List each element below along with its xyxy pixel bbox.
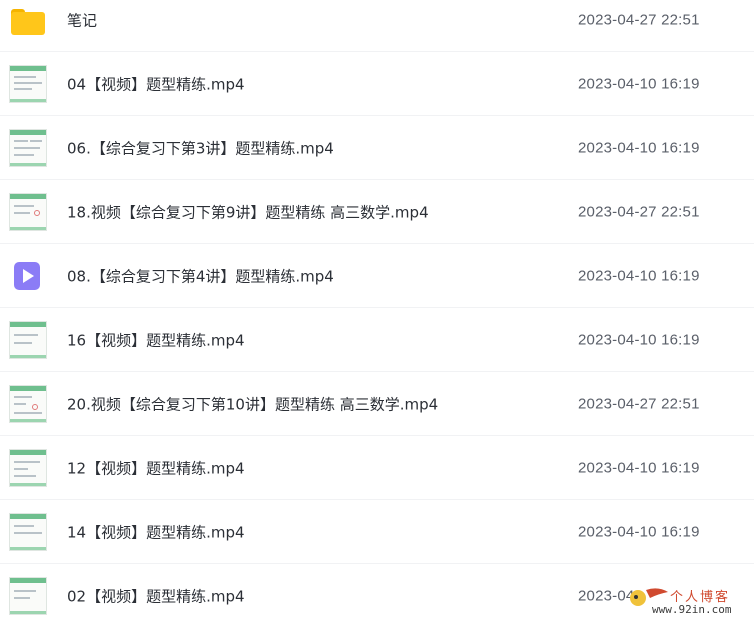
file-date: 2023-04-10 16:19 bbox=[578, 523, 700, 540]
file-name: 20.视频【综合复习下第10讲】题型精练 高三数学.mp4 bbox=[67, 395, 439, 413]
file-date: 2023-04-10 16:19 bbox=[578, 331, 700, 348]
file-list: 笔记 2023-04-27 22:51 04【视频】题型精练.mp4 2023-… bbox=[0, 0, 754, 621]
file-date: 2023-04-10 16:19 bbox=[578, 459, 700, 476]
file-name: 12【视频】题型精练.mp4 bbox=[67, 459, 245, 477]
file-date: 2023-04-27 22:51 bbox=[578, 11, 700, 28]
folder-icon bbox=[11, 9, 45, 35]
file-row[interactable]: 14【视频】题型精练.mp4 2023-04-10 16:19 bbox=[0, 500, 754, 564]
file-row[interactable]: 12【视频】题型精练.mp4 2023-04-10 16:19 bbox=[0, 436, 754, 500]
video-thumbnail-icon bbox=[9, 513, 47, 551]
video-file-icon bbox=[14, 262, 40, 290]
file-name: 18.视频【综合复习下第9讲】题型精练 高三数学.mp4 bbox=[67, 203, 429, 221]
file-date: 2023-04-10 16:19 bbox=[578, 267, 700, 284]
file-date: 2023-04-27 22:51 bbox=[578, 395, 700, 412]
video-thumbnail-icon bbox=[9, 129, 47, 167]
file-name: 02【视频】题型精练.mp4 bbox=[67, 587, 245, 606]
file-row[interactable]: 04【视频】题型精练.mp4 2023-04-10 16:19 bbox=[0, 52, 754, 116]
file-row[interactable]: 18.视频【综合复习下第9讲】题型精练 高三数学.mp4 2023-04-27 … bbox=[0, 180, 754, 244]
file-date: 2023-04-10 16:19 bbox=[578, 139, 700, 156]
video-thumbnail-icon bbox=[9, 385, 47, 423]
watermark: 个人博客 www.92in.com bbox=[622, 580, 754, 621]
file-name: 08.【综合复习下第4讲】题型精练.mp4 bbox=[67, 267, 334, 285]
file-row[interactable]: 06.【综合复习下第3讲】题型精练.mp4 2023-04-10 16:19 bbox=[0, 116, 754, 180]
file-date: 2023-04-10 16:19 bbox=[578, 75, 700, 92]
file-name: 06.【综合复习下第3讲】题型精练.mp4 bbox=[67, 139, 334, 157]
watermark-url: www.92in.com bbox=[652, 603, 732, 616]
file-row-folder-notes[interactable]: 笔记 2023-04-27 22:51 bbox=[0, 0, 754, 52]
file-date: 2023-04-27 22:51 bbox=[578, 203, 700, 220]
video-thumbnail-icon bbox=[9, 577, 47, 615]
video-thumbnail-icon bbox=[9, 449, 47, 487]
file-name: 笔记 bbox=[67, 11, 98, 29]
file-row[interactable]: 16【视频】题型精练.mp4 2023-04-10 16:19 bbox=[0, 308, 754, 372]
file-row[interactable]: 20.视频【综合复习下第10讲】题型精练 高三数学.mp4 2023-04-27… bbox=[0, 372, 754, 436]
file-name: 16【视频】题型精练.mp4 bbox=[67, 331, 245, 349]
video-thumbnail-icon bbox=[9, 321, 47, 359]
video-thumbnail-icon bbox=[9, 65, 47, 103]
video-thumbnail-icon bbox=[9, 193, 47, 231]
file-name: 04【视频】题型精练.mp4 bbox=[67, 75, 245, 93]
file-name: 14【视频】题型精练.mp4 bbox=[67, 523, 245, 541]
file-row[interactable]: 08.【综合复习下第4讲】题型精练.mp4 2023-04-10 16:19 bbox=[0, 244, 754, 308]
